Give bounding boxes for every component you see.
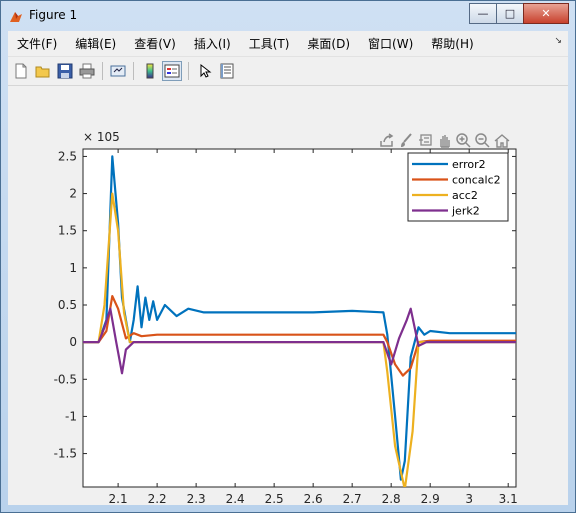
- figure-window: Figure 1 — □ ✕ 文件(F) 编辑(E) 查看(V) 插入(I) 工…: [0, 0, 576, 513]
- legend-label-concalc2: concalc2: [452, 174, 501, 187]
- menu-bar: 文件(F) 编辑(E) 查看(V) 插入(I) 工具(T) 桌面(D) 窗口(W…: [8, 31, 568, 55]
- figure-toolbar: [8, 56, 568, 86]
- open-file-icon[interactable]: [33, 61, 53, 81]
- menu-edit[interactable]: 编辑(E): [66, 35, 125, 52]
- menu-window[interactable]: 窗口(W): [359, 35, 422, 52]
- matlab-logo-icon: [9, 9, 23, 23]
- toolbar-separator: [133, 62, 134, 80]
- y-exponent-label: × 105: [83, 130, 120, 144]
- x-tick-label: 3: [465, 492, 473, 505]
- x-tick-label: 2.3: [187, 492, 206, 505]
- legend-icon[interactable]: [162, 61, 182, 81]
- y-tick-label: 0.5: [58, 298, 77, 312]
- x-tick-label: 2.1: [109, 492, 128, 505]
- y-tick-label: -1: [65, 409, 77, 423]
- client-area: 文件(F) 编辑(E) 查看(V) 插入(I) 工具(T) 桌面(D) 窗口(W…: [8, 31, 568, 513]
- plot-svg: -1.5 -1 -0.5 0 0.5 1 1.5 2 2.5 2.1 2.2 2.3 2.4 2.5 2.6…: [54, 130, 518, 513]
- legend-label-error2: error2: [452, 158, 486, 171]
- title-bar[interactable]: Figure 1 — □ ✕: [1, 1, 575, 31]
- y-tick-label: 0: [69, 335, 77, 349]
- save-icon[interactable]: [55, 61, 75, 81]
- toolbar-separator: [188, 62, 189, 80]
- legend-label-acc2: acc2: [452, 189, 478, 202]
- y-tick-label: 1: [69, 261, 77, 275]
- figure-canvas: -1.5 -1 -0.5 0 0.5 1 1.5 2 2.5 2.1 2.2 2.3 2.4 2.5 2.6…: [8, 87, 568, 513]
- menu-view[interactable]: 查看(V): [125, 35, 185, 52]
- y-tick-label: 2.5: [58, 149, 77, 163]
- menu-desktop[interactable]: 桌面(D): [298, 35, 359, 52]
- menu-help[interactable]: 帮助(H): [422, 35, 482, 52]
- edit-plot-icon[interactable]: [195, 61, 215, 81]
- window-title: Figure 1: [29, 8, 78, 22]
- x-tick-label: 3.1: [499, 492, 518, 505]
- menu-file[interactable]: 文件(F): [8, 35, 66, 52]
- dock-arrow-icon[interactable]: ↘: [554, 36, 562, 46]
- x-tick-label: 2.7: [343, 492, 362, 505]
- menu-tools[interactable]: 工具(T): [240, 35, 299, 52]
- home-icon[interactable]: [494, 134, 510, 148]
- toolbar-separator: [102, 62, 103, 80]
- colorbar-icon[interactable]: [140, 61, 160, 81]
- datatip-icon[interactable]: [419, 134, 432, 146]
- print-icon[interactable]: [77, 61, 97, 81]
- x-tick-label: 2.8: [382, 492, 401, 505]
- maximize-button[interactable]: □: [496, 3, 524, 24]
- y-tick-label: -1.5: [54, 447, 77, 461]
- y-tick-label: 2: [69, 187, 77, 201]
- export-icon[interactable]: [380, 133, 394, 147]
- pan-icon[interactable]: [440, 135, 450, 148]
- close-button[interactable]: ✕: [523, 3, 569, 24]
- menu-insert[interactable]: 插入(I): [185, 35, 240, 52]
- link-plot-icon[interactable]: [108, 61, 128, 81]
- x-tick-label: 2.4: [226, 492, 245, 505]
- property-inspector-icon[interactable]: [217, 61, 237, 81]
- brush-icon[interactable]: [401, 133, 412, 147]
- new-figure-icon[interactable]: [11, 61, 31, 81]
- x-tick-label: 2.9: [421, 492, 440, 505]
- y-tick-label: -0.5: [54, 372, 77, 386]
- x-tick-label: 2.2: [148, 492, 167, 505]
- y-tick-label: 1.5: [58, 224, 77, 238]
- minimize-button[interactable]: —: [469, 3, 497, 24]
- x-tick-label: 2.6: [304, 492, 323, 505]
- legend-label-jerk2: jerk2: [451, 205, 480, 218]
- zoom-in-icon[interactable]: [456, 133, 471, 148]
- zoom-out-icon[interactable]: [475, 133, 490, 148]
- x-tick-label: 2.5: [265, 492, 284, 505]
